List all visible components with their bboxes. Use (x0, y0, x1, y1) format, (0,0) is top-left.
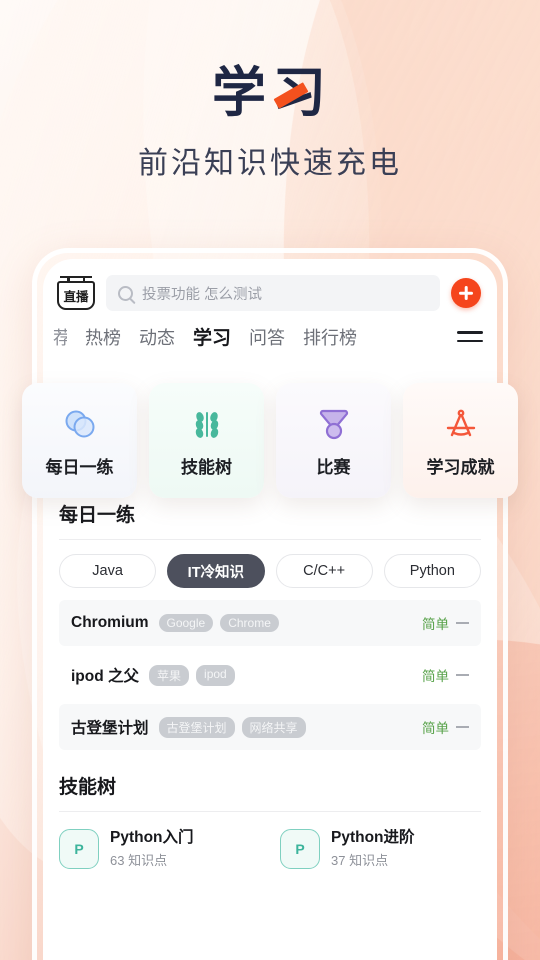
search-input[interactable]: 投票功能 怎么测试 (142, 283, 262, 304)
hero-tagline: 前沿知识快速充电 (138, 147, 402, 180)
live-broadcast-icon[interactable]: 直播 (57, 276, 95, 310)
wheat-plant-icon (187, 404, 227, 444)
dash-icon (456, 622, 469, 624)
medal-icon (314, 404, 354, 444)
search-bar[interactable]: 投票功能 怎么测试 (106, 275, 440, 311)
hero-section: 学 习 前沿知识快速充电 (0, 0, 540, 182)
difficulty-badge: 简单 (422, 669, 449, 684)
tag: Google (158, 614, 214, 632)
python-badge-icon: P (280, 828, 320, 869)
list-item[interactable]: P Python入门 63 知识点 (59, 828, 260, 869)
chip-c-cpp[interactable]: C/C++ (275, 554, 373, 588)
python-badge-icon: P (59, 828, 99, 869)
skill-tree-text: Python进阶 37 知识点 (331, 828, 415, 869)
difficulty-badge: 简单 (422, 721, 449, 736)
live-icon-label: 直播 (57, 281, 95, 310)
tab-study[interactable]: 学习 (193, 323, 231, 350)
chip-python[interactable]: Python (383, 554, 481, 588)
tab-qa[interactable]: 问答 (249, 324, 285, 350)
feature-card-daily-practice[interactable]: 每日一练 (22, 383, 137, 498)
table-row[interactable]: ipod 之父 苹果 ipod 简单 (59, 652, 481, 698)
skill-tree-text: Python入门 63 知识点 (110, 828, 194, 869)
tab-dynamic[interactable]: 动态 (139, 324, 175, 350)
hamburger-line-1 (457, 330, 483, 334)
feature-card-achievement[interactable]: 学习成就 (403, 383, 518, 498)
table-row[interactable]: 古登堡计划 古登堡计划 网络共享 简单 (59, 704, 481, 750)
table-row[interactable]: Chromium Google Chrome 简单 (59, 600, 481, 646)
dash-icon (456, 674, 469, 676)
question-meta: 简单 (422, 717, 469, 737)
feature-card-label: 比赛 (316, 457, 351, 477)
phone-screen: 直播 投票功能 怎么测试 荐 热榜 动态 学习 问答 排行榜 练 (43, 259, 497, 960)
question-tags: 苹果 ipod (149, 664, 235, 686)
tag: 网络共享 (241, 716, 306, 738)
nav-tabs: 荐 热榜 动态 学习 问答 排行榜 (43, 311, 497, 360)
tag: 苹果 (149, 664, 190, 686)
feature-card-label: 技能树 (181, 457, 232, 477)
tab-ranking[interactable]: 排行榜 (303, 324, 357, 350)
tab-recommend[interactable]: 荐 (53, 324, 67, 350)
hamburger-line-2 (457, 339, 483, 343)
question-tags: 古登堡计划 网络共享 (158, 716, 306, 738)
feature-card-label: 每日一练 (45, 457, 114, 477)
skill-tree-section: 技能树 P Python入门 63 知识点 P Python进阶 37 知识点 (43, 750, 497, 869)
feature-card-competition[interactable]: 比赛 (276, 383, 391, 498)
list-item[interactable]: P Python进阶 37 知识点 (280, 828, 481, 869)
feature-card-label: 学习成就 (426, 457, 495, 477)
chip-it-trivia[interactable]: IT冷知识 (167, 554, 265, 588)
tag: ipod (196, 664, 235, 686)
chip-java[interactable]: Java (59, 554, 157, 588)
app-header: 直播 投票功能 怎么测试 (43, 259, 497, 311)
feature-card-row: 每日一练 技能树 比赛 学习成就 (22, 383, 518, 498)
question-title: ipod 之父 (71, 668, 140, 685)
add-post-button[interactable] (451, 278, 481, 308)
question-title: Chromium (71, 614, 149, 631)
phone-mockup: 直播 投票功能 怎么测试 荐 热榜 动态 学习 问答 排行榜 练 (32, 248, 508, 960)
live-icon-top-bar (60, 276, 92, 280)
tag: Chrome (220, 614, 279, 632)
skill-tree-list: P Python入门 63 知识点 P Python进阶 37 知识点 (59, 812, 481, 869)
question-meta: 简单 (422, 613, 469, 633)
feature-card-skill-tree[interactable]: 技能树 (149, 383, 264, 498)
question-tags: Google Chrome (158, 614, 279, 632)
difficulty-badge: 简单 (422, 617, 449, 632)
hamburger-menu-icon[interactable] (457, 330, 483, 343)
question-meta: 简单 (422, 665, 469, 685)
compass-divider-icon (441, 404, 481, 444)
app-logo: 学 习 (212, 66, 328, 120)
logo-char-xi: 习 (272, 66, 328, 120)
overlapping-circles-icon (60, 404, 100, 444)
skill-knowledge-count: 37 知识点 (331, 853, 389, 869)
search-icon (118, 285, 133, 301)
skill-name: Python进阶 (331, 829, 415, 846)
dash-icon (456, 726, 469, 728)
category-chips: Java IT冷知识 C/C++ Python (59, 540, 481, 594)
skill-knowledge-count: 63 知识点 (110, 853, 168, 869)
skill-name: Python入门 (110, 829, 194, 846)
daily-practice-section: 每日一练 Java IT冷知识 C/C++ Python Chromium Go… (43, 478, 497, 750)
question-title: 古登堡计划 (71, 720, 149, 737)
logo-char-xue: 学 (212, 63, 268, 123)
skill-tree-title: 技能树 (59, 777, 117, 798)
tab-hot[interactable]: 热榜 (85, 324, 121, 350)
tag: 古登堡计划 (158, 716, 235, 738)
